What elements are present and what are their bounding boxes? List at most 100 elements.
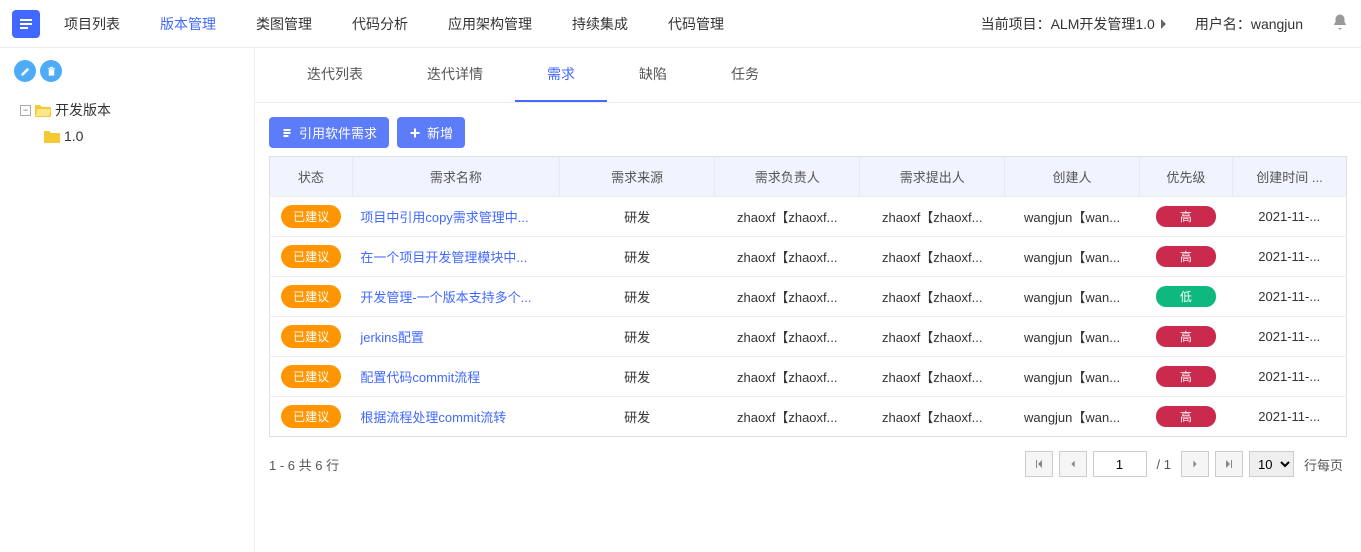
cell-owner: zhaoxf【zhaoxf... [715, 277, 860, 317]
quote-requirements-button[interactable]: 引用软件需求 [269, 117, 389, 148]
cell-submitter: zhaoxf【zhaoxf... [860, 237, 1005, 277]
sub-tabs: 迭代列表迭代详情需求缺陷任务 [255, 48, 1361, 103]
table-header: 状态需求名称需求来源需求负责人需求提出人创建人优先级创建时间 ... [270, 157, 1347, 197]
sub-tab[interactable]: 迭代列表 [275, 48, 395, 102]
add-new-button[interactable]: 新增 [397, 117, 465, 148]
table-row[interactable]: 已建议jerkins配置研发zhaoxf【zhaoxf...zhaoxf【zha… [270, 317, 1347, 357]
pager-pagesize-select[interactable]: 10 [1249, 451, 1294, 477]
cell-source: 研发 [559, 277, 714, 317]
edit-button[interactable] [14, 60, 36, 82]
cell-creator: wangjun【wan... [1005, 397, 1140, 437]
quote-icon [281, 127, 293, 139]
cell-creator: wangjun【wan... [1005, 197, 1140, 237]
prev-page-icon [1068, 459, 1078, 469]
tree-collapse-toggle[interactable]: − [20, 105, 31, 116]
status-badge: 已建议 [281, 325, 341, 348]
nav-tab[interactable]: 持续集成 [568, 0, 632, 48]
cell-created: 2021-11-... [1233, 357, 1347, 397]
folder-open-icon [35, 104, 51, 117]
column-header[interactable]: 需求来源 [559, 157, 714, 197]
table-row[interactable]: 已建议项目中引用copy需求管理中...研发zhaoxf【zhaoxf...zh… [270, 197, 1347, 237]
trash-icon [46, 66, 57, 77]
column-header[interactable]: 需求负责人 [715, 157, 860, 197]
table-row[interactable]: 已建议根据流程处理commit流转研发zhaoxf【zhaoxf...zhaox… [270, 397, 1347, 437]
priority-badge: 低 [1156, 286, 1216, 307]
cell-owner: zhaoxf【zhaoxf... [715, 317, 860, 357]
column-header[interactable]: 优先级 [1139, 157, 1232, 197]
delete-button[interactable] [40, 60, 62, 82]
pagination: 1 - 6 共 6 行 / 1 10 行每页 [255, 437, 1361, 491]
nav-tab[interactable]: 应用架构管理 [444, 0, 536, 48]
cell-owner: zhaoxf【zhaoxf... [715, 357, 860, 397]
nav-tab[interactable]: 代码分析 [348, 0, 412, 48]
cell-submitter: zhaoxf【zhaoxf... [860, 397, 1005, 437]
pencil-icon [20, 66, 31, 77]
requirement-name-link[interactable]: 配置代码commit流程 [360, 370, 480, 385]
status-badge: 已建议 [281, 285, 341, 308]
cell-submitter: zhaoxf【zhaoxf... [860, 357, 1005, 397]
current-project-selector[interactable]: 当前项目：ALM开发管理1.0 [981, 14, 1167, 34]
priority-badge: 高 [1156, 206, 1216, 227]
version-tree: − 开发版本 1.0 [8, 96, 246, 148]
requirement-name-link[interactable]: 项目中引用copy需求管理中... [360, 210, 528, 225]
column-header[interactable]: 需求提出人 [860, 157, 1005, 197]
top-header: 项目列表版本管理类图管理代码分析应用架构管理持续集成代码管理 当前项目：ALM开… [0, 0, 1361, 48]
tree-children: 1.0 [18, 124, 246, 148]
table-row[interactable]: 已建议配置代码commit流程研发zhaoxf【zhaoxf...zhaoxf【… [270, 357, 1347, 397]
tree-root-node[interactable]: − 开发版本 [18, 96, 246, 124]
cell-creator: wangjun【wan... [1005, 277, 1140, 317]
main-content: 迭代列表迭代详情需求缺陷任务 引用软件需求 新增 状态需求名称需求来源需求负责人… [255, 48, 1361, 552]
cell-owner: zhaoxf【zhaoxf... [715, 197, 860, 237]
table-container: 状态需求名称需求来源需求负责人需求提出人创建人优先级创建时间 ... 已建议项目… [255, 156, 1361, 437]
nav-tab[interactable]: 类图管理 [252, 0, 316, 48]
sidebar-actions [8, 60, 246, 82]
column-header[interactable]: 需求名称 [352, 157, 559, 197]
pager-info: 1 - 6 共 6 行 [269, 455, 339, 474]
cell-source: 研发 [559, 397, 714, 437]
cell-created: 2021-11-... [1233, 237, 1347, 277]
priority-badge: 高 [1156, 366, 1216, 387]
column-header[interactable]: 状态 [270, 157, 353, 197]
cell-submitter: zhaoxf【zhaoxf... [860, 277, 1005, 317]
table-row[interactable]: 已建议开发管理-一个版本支持多个...研发zhaoxf【zhaoxf...zha… [270, 277, 1347, 317]
requirement-name-link[interactable]: 根据流程处理commit流转 [360, 410, 506, 425]
cell-owner: zhaoxf【zhaoxf... [715, 237, 860, 277]
cell-creator: wangjun【wan... [1005, 237, 1140, 277]
cell-owner: zhaoxf【zhaoxf... [715, 397, 860, 437]
notifications-button[interactable] [1331, 13, 1349, 34]
tree-root-label: 开发版本 [55, 100, 111, 120]
nav-tab[interactable]: 项目列表 [60, 0, 124, 48]
cell-creator: wangjun【wan... [1005, 357, 1140, 397]
primary-nav: 项目列表版本管理类图管理代码分析应用架构管理持续集成代码管理 [60, 0, 981, 48]
pager-first-button[interactable] [1025, 451, 1053, 477]
menu-toggle-button[interactable] [12, 10, 40, 38]
first-page-icon [1033, 458, 1045, 470]
requirements-table: 状态需求名称需求来源需求负责人需求提出人创建人优先级创建时间 ... 已建议项目… [269, 156, 1347, 437]
sub-tab[interactable]: 需求 [515, 48, 607, 102]
pager-page-input[interactable] [1093, 451, 1147, 477]
menu-icon [18, 16, 34, 32]
cell-created: 2021-11-... [1233, 197, 1347, 237]
sub-tab[interactable]: 任务 [699, 48, 791, 102]
cell-created: 2021-11-... [1233, 317, 1347, 357]
pager-last-button[interactable] [1215, 451, 1243, 477]
pager-next-button[interactable] [1181, 451, 1209, 477]
pager-prev-button[interactable] [1059, 451, 1087, 477]
requirement-name-link[interactable]: 开发管理-一个版本支持多个... [360, 290, 531, 305]
nav-tab[interactable]: 代码管理 [664, 0, 728, 48]
tree-leaf-node[interactable]: 1.0 [42, 124, 246, 148]
requirement-name-link[interactable]: jerkins配置 [360, 330, 424, 345]
requirement-name-link[interactable]: 在一个项目开发管理模块中... [360, 250, 527, 265]
column-header[interactable]: 创建人 [1005, 157, 1140, 197]
bell-icon [1331, 13, 1349, 31]
cell-submitter: zhaoxf【zhaoxf... [860, 197, 1005, 237]
priority-badge: 高 [1156, 406, 1216, 427]
sub-tab[interactable]: 缺陷 [607, 48, 699, 102]
sub-tab[interactable]: 迭代详情 [395, 48, 515, 102]
pager-controls: / 1 10 行每页 [1025, 451, 1347, 477]
username-label: 用户名：wangjun [1195, 14, 1303, 34]
chevron-right-icon [1159, 18, 1167, 30]
table-row[interactable]: 已建议在一个项目开发管理模块中...研发zhaoxf【zhaoxf...zhao… [270, 237, 1347, 277]
nav-tab[interactable]: 版本管理 [156, 0, 220, 48]
column-header[interactable]: 创建时间 ... [1233, 157, 1347, 197]
